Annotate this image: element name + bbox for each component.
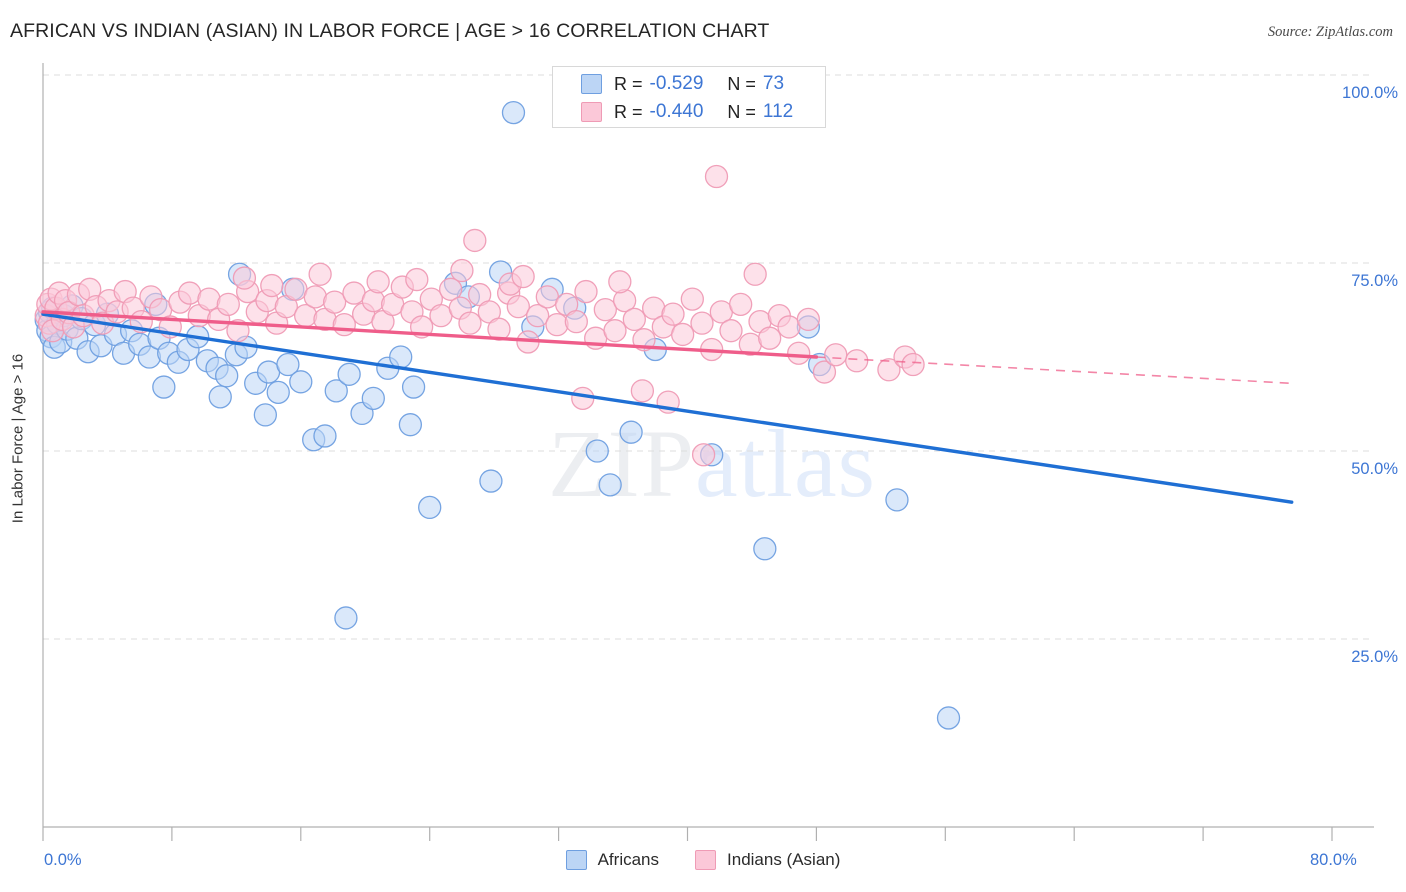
- n-label-indians: N =: [727, 101, 756, 122]
- data-point: [545, 313, 569, 337]
- legend-swatch-africans-icon: [565, 850, 587, 870]
- data-point: [361, 386, 385, 411]
- data-point: [603, 319, 627, 343]
- data-point: [753, 537, 777, 561]
- data-point: [289, 370, 313, 394]
- data-point: [824, 343, 848, 367]
- data-point: [337, 362, 361, 386]
- correlation-chart: AFRICAN VS INDIAN (ASIAN) IN LABOR FORCE…: [0, 0, 1406, 892]
- data-point: [719, 319, 743, 343]
- data-point: [197, 287, 221, 311]
- data-point: [332, 313, 356, 337]
- data-point: [208, 385, 232, 409]
- data-point: [571, 386, 595, 411]
- data-point: [232, 266, 257, 290]
- data-point: [593, 297, 617, 322]
- data-point: [622, 307, 646, 332]
- data-point: [671, 322, 695, 347]
- data-point: [266, 380, 290, 404]
- plot-area: [34, 63, 1374, 841]
- y-tick-label: 75.0%: [1351, 272, 1398, 290]
- stats-row-indians: R = -0.440 N = 112: [553, 98, 825, 126]
- data-point: [758, 326, 782, 350]
- data-point: [389, 345, 413, 369]
- n-value-indians: 112: [762, 101, 794, 122]
- data-point: [743, 262, 767, 286]
- data-point: [401, 375, 426, 399]
- data-point: [506, 294, 530, 319]
- data-point: [177, 281, 202, 305]
- y-tick-label: 50.0%: [1351, 460, 1398, 478]
- data-point: [308, 262, 332, 286]
- r-value-africans: -0.529: [649, 73, 704, 94]
- data-point: [366, 270, 390, 294]
- r-label-indians: R =: [614, 101, 643, 122]
- n-value-africans: 73: [762, 73, 785, 94]
- data-point: [303, 285, 327, 309]
- data-point: [479, 469, 503, 493]
- data-point: [796, 307, 820, 332]
- data-point: [598, 473, 622, 497]
- legend-item-indians[interactable]: Indians (Asian): [695, 850, 840, 870]
- n-label-africans: N =: [727, 73, 756, 94]
- data-point: [661, 302, 685, 326]
- y-tick-label: 100.0%: [1342, 84, 1398, 102]
- data-point: [704, 164, 729, 189]
- data-point: [253, 403, 278, 427]
- r-label-africans: R =: [614, 73, 643, 94]
- data-point: [787, 341, 811, 365]
- r-value-indians: -0.440: [649, 101, 704, 122]
- data-point: [450, 258, 474, 283]
- series-africans: [34, 100, 961, 730]
- data-point: [608, 270, 632, 294]
- correlation-stats-box: R = -0.529 N = 73 R = -0.440 N = 112: [552, 66, 826, 128]
- y-tick-label: 25.0%: [1351, 648, 1398, 666]
- data-point: [463, 228, 487, 253]
- swatch-africans-icon: [581, 74, 602, 94]
- trend-line-africans: [41, 312, 1294, 504]
- data-point: [936, 706, 961, 730]
- data-point: [398, 413, 423, 437]
- legend-label-indians: Indians (Asian): [727, 850, 841, 869]
- swatch-indians-icon: [581, 102, 602, 122]
- data-point: [260, 273, 284, 298]
- data-point: [313, 424, 337, 448]
- data-point: [405, 267, 429, 292]
- data-point: [729, 292, 753, 317]
- data-point: [152, 375, 176, 399]
- data-point: [691, 443, 716, 467]
- data-point: [458, 311, 482, 335]
- data-point: [690, 311, 714, 335]
- data-point: [501, 100, 526, 125]
- data-point: [418, 495, 442, 520]
- data-point: [216, 292, 240, 317]
- data-point: [845, 349, 869, 373]
- series-indians-asian-: [34, 164, 925, 467]
- data-point: [901, 352, 925, 377]
- data-point: [619, 420, 643, 444]
- chart-legend: Africans Indians (Asian): [0, 850, 1406, 870]
- data-point: [630, 379, 655, 403]
- data-point: [885, 488, 909, 512]
- data-point: [574, 279, 598, 304]
- data-point: [334, 606, 358, 630]
- legend-item-africans[interactable]: Africans: [565, 850, 660, 870]
- data-point: [585, 439, 609, 463]
- data-point: [322, 290, 347, 314]
- data-point: [680, 287, 704, 311]
- stats-row-africans: R = -0.529 N = 73: [553, 70, 825, 98]
- data-point: [511, 264, 535, 289]
- data-point: [215, 364, 239, 388]
- legend-label-africans: Africans: [597, 850, 660, 869]
- data-point: [564, 310, 588, 334]
- legend-swatch-indians-icon: [695, 850, 717, 870]
